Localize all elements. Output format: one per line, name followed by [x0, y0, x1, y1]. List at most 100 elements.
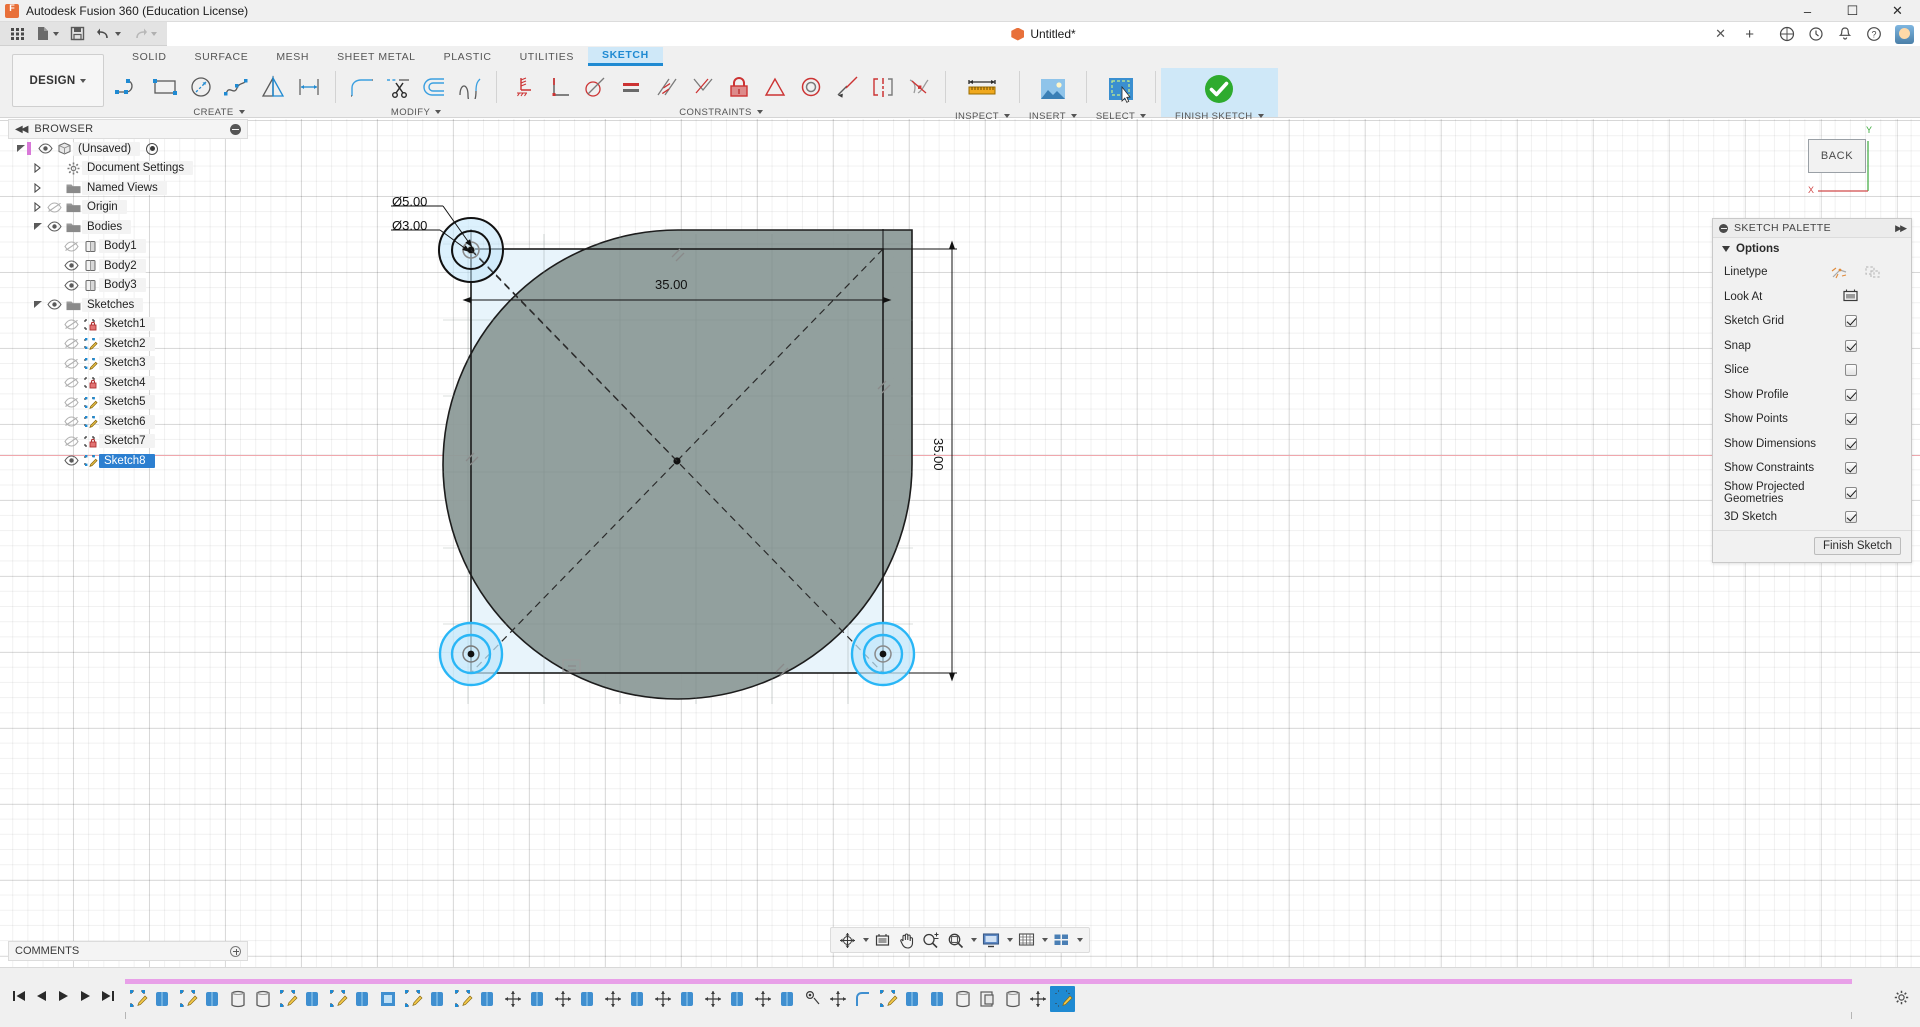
workspace-selector[interactable]: DESIGN	[12, 54, 104, 107]
dimension-width[interactable]: 35.00	[655, 277, 688, 292]
timeline-feature-sketch[interactable]	[450, 986, 475, 1012]
go-to-end-button[interactable]	[101, 989, 115, 1006]
go-to-beginning-button[interactable]	[12, 989, 26, 1006]
checkbox-sketch-grid[interactable]	[1845, 315, 1857, 327]
palette-row-look-at[interactable]: Look At	[1713, 285, 1911, 310]
timeline-feature-revolve[interactable]	[950, 986, 975, 1012]
step-forward-button[interactable]	[79, 989, 92, 1006]
timeline-feature-combine[interactable]	[975, 986, 1000, 1012]
orbit-button[interactable]	[837, 929, 858, 951]
timeline-feature-extrude[interactable]	[925, 986, 950, 1012]
browser-item-unsaved[interactable]: (Unsaved)	[8, 139, 248, 159]
dimension-height[interactable]: 35.00	[931, 438, 946, 471]
curvature-constraint[interactable]	[902, 68, 936, 106]
browser-item-named-views[interactable]: Named Views	[8, 178, 248, 198]
display-settings-button[interactable]	[980, 929, 1002, 951]
collapse-browser-icon[interactable]: ◀◀	[15, 124, 26, 135]
rectangle-tool[interactable]	[148, 68, 182, 106]
document-tab[interactable]: Untitled*	[1011, 27, 1075, 41]
tab-sheet-metal[interactable]: SHEET METAL	[323, 47, 430, 66]
app-grid-button[interactable]	[6, 24, 29, 44]
visibility-toggle[interactable]	[61, 416, 81, 427]
timeline-feature-sketch[interactable]	[400, 986, 425, 1012]
viewports-button[interactable]	[1051, 929, 1072, 951]
tab-sketch[interactable]: SKETCH	[588, 47, 663, 66]
timeline-feature-sketch[interactable]	[875, 986, 900, 1012]
dimension-inner-diameter[interactable]: Ø3.00	[392, 218, 427, 233]
timeline-feature-revolve[interactable]	[225, 986, 250, 1012]
browser-item-sketch3[interactable]: Sketch3	[8, 354, 248, 374]
minimize-button[interactable]: –	[1785, 0, 1830, 22]
timeline-settings-button[interactable]	[1882, 990, 1920, 1005]
offset-tool[interactable]	[417, 68, 451, 106]
midpoint-constraint[interactable]	[866, 68, 900, 106]
palette-row-show-profile[interactable]: Show Profile	[1713, 383, 1911, 408]
browser-item-sketch5[interactable]: Sketch5	[8, 393, 248, 413]
checkbox-show-constraints[interactable]	[1845, 462, 1857, 474]
grid-snaps-button[interactable]	[1016, 929, 1037, 951]
close-tab-button[interactable]: ✕	[1715, 26, 1726, 42]
activate-component-radio[interactable]	[146, 143, 158, 155]
timeline-feature-move[interactable]	[550, 986, 575, 1012]
palette-collapse-icon[interactable]	[1719, 224, 1728, 233]
finish-sketch-tool[interactable]	[1197, 68, 1241, 110]
visibility-toggle[interactable]	[61, 436, 81, 447]
visibility-toggle[interactable]	[44, 221, 64, 232]
checkbox-show-points[interactable]	[1845, 413, 1857, 425]
timeline-progress-bar[interactable]	[125, 979, 1852, 984]
lock-constraint[interactable]	[722, 68, 756, 106]
expander[interactable]	[31, 163, 44, 173]
timeline-feature-extrude[interactable]	[200, 986, 225, 1012]
palette-expand-icon[interactable]: ▶▶	[1895, 223, 1905, 234]
palette-row-snap[interactable]: Snap	[1713, 334, 1911, 359]
visibility-toggle[interactable]	[61, 280, 81, 291]
help-icon[interactable]: ?	[1866, 26, 1882, 42]
tangent-constraint[interactable]	[578, 68, 612, 106]
tab-mesh[interactable]: MESH	[262, 47, 323, 66]
timeline-feature-sketch[interactable]	[125, 986, 150, 1012]
timeline-feature-move[interactable]	[700, 986, 725, 1012]
expander[interactable]	[14, 144, 27, 153]
timeline-feature-extrude[interactable]	[900, 986, 925, 1012]
checkbox-show-dimensions[interactable]	[1845, 438, 1857, 450]
palette-row-show-dimensions[interactable]: Show Dimensions	[1713, 432, 1911, 457]
save-button[interactable]	[66, 24, 89, 44]
expander[interactable]	[31, 202, 44, 212]
visibility-toggle[interactable]	[61, 260, 81, 271]
parallel-constraint[interactable]	[650, 68, 684, 106]
collinear-constraint[interactable]	[830, 68, 864, 106]
timeline-feature-hole[interactable]	[800, 986, 825, 1012]
palette-options-header[interactable]: Options	[1713, 238, 1911, 260]
insert-tool[interactable]	[1031, 68, 1075, 110]
checkbox-3d-sketch[interactable]	[1845, 511, 1857, 523]
visibility-toggle[interactable]	[61, 397, 81, 408]
play-button[interactable]	[57, 989, 70, 1006]
browser-minus-icon[interactable]	[230, 124, 241, 135]
symmetry-constraint[interactable]	[758, 68, 792, 106]
browser-item-origin[interactable]: Origin	[8, 198, 248, 218]
palette-row-slice[interactable]: Slice	[1713, 358, 1911, 383]
timeline-feature-extrude[interactable]	[475, 986, 500, 1012]
view-cube[interactable]: Y X BACK	[1792, 125, 1884, 203]
select-tool[interactable]	[1099, 68, 1143, 110]
tab-plastic[interactable]: PLASTIC	[430, 47, 506, 66]
checkbox-show-projected-geometries[interactable]	[1845, 487, 1857, 499]
timeline-track[interactable]	[125, 976, 1882, 1020]
visibility-toggle[interactable]	[35, 143, 55, 154]
timeline-feature-move[interactable]	[500, 986, 525, 1012]
line-tool[interactable]	[112, 68, 146, 106]
timeline-feature-extrude[interactable]	[675, 986, 700, 1012]
timeline-feature-extrude[interactable]	[300, 986, 325, 1012]
browser-item-sketch4[interactable]: Sketch4	[8, 373, 248, 393]
view-cube-face-back[interactable]: BACK	[1808, 139, 1866, 173]
chevron-down-icon[interactable]	[971, 938, 977, 942]
timeline-feature-revolve[interactable]	[250, 986, 275, 1012]
sketch-dimension-tool[interactable]	[292, 68, 326, 106]
browser-item-sketch1[interactable]: Sketch1	[8, 315, 248, 335]
tab-surface[interactable]: SURFACE	[181, 47, 263, 66]
checkbox-snap[interactable]	[1845, 340, 1857, 352]
timeline-feature-extrude[interactable]	[425, 986, 450, 1012]
palette-row-linetype[interactable]: Linetype	[1713, 260, 1911, 285]
browser-item-sketch6[interactable]: Sketch6	[8, 412, 248, 432]
expander[interactable]	[31, 222, 44, 231]
